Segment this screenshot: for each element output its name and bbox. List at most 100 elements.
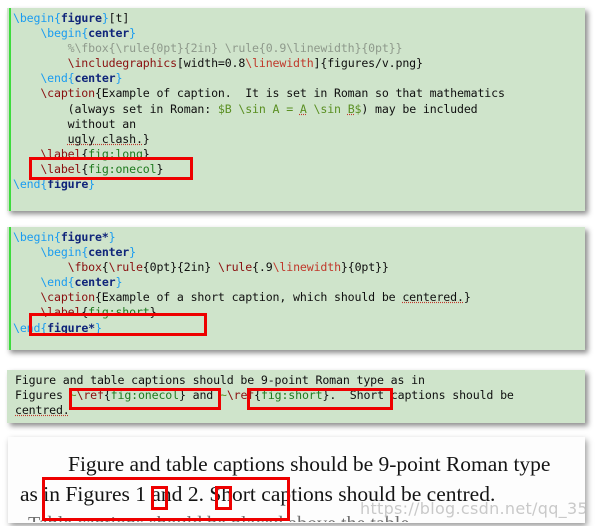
code-body-figure-star-short[interactable]: \begin{figure*} \begin{center} \fbox{\ru… <box>7 227 585 336</box>
code-token: Figure and table captions should be 9-po… <box>15 373 425 387</box>
code-token: {.9 <box>252 260 273 275</box>
code-token: \begin <box>13 11 54 25</box>
code-token: \linewidth <box>245 56 314 71</box>
rendered-clipped-bottom-line: Table captions should be placed above th… <box>28 513 414 522</box>
code-token: fig:onecol <box>110 388 179 403</box>
code-token: \end <box>13 177 41 192</box>
code-line: ugly clash.} <box>13 132 585 147</box>
code-line: (always set in Roman: $B \sin A = A \sin… <box>13 102 585 117</box>
code-token: } <box>463 290 471 305</box>
code-line: \end{center} <box>13 275 585 290</box>
code-token: figure* <box>60 230 109 244</box>
code-block-figure-star-short: \begin{figure*} \begin{center} \fbox{\ru… <box>7 227 585 350</box>
code-token: {Example of a short caption, which shoul… <box>94 290 403 305</box>
code-token: and <box>185 388 220 403</box>
code-token: ~ <box>219 388 227 403</box>
code-token: } <box>142 146 150 161</box>
code-token: \begin <box>13 230 54 244</box>
code-token: fig:short <box>260 388 323 403</box>
code-token: without an <box>13 116 136 131</box>
code-token: [t] <box>108 11 130 25</box>
code-token: \rule <box>217 260 253 275</box>
code-token: \sin <box>306 101 348 116</box>
code-line: \end{center} <box>13 71 585 86</box>
code-token: \label <box>40 146 82 161</box>
code-token: (always set in Roman: <box>13 101 218 116</box>
code-line: \label{fig:long} <box>13 147 585 162</box>
code-token: { <box>103 388 111 403</box>
code-token: ugly clash. <box>67 131 143 146</box>
code-token: } <box>115 275 123 290</box>
code-body-figure-long[interactable]: \begin{figure}[t] \begin{center} %\fbox{… <box>7 8 585 192</box>
code-token: {0pt}{2in} <box>142 260 218 275</box>
rendered-pdf-output: \label{fig:short} Figure and table capti… <box>8 437 585 523</box>
code-token: \rule <box>108 260 143 275</box>
code-token: \caption <box>40 290 95 305</box>
code-token: } <box>94 320 102 335</box>
code-token: \label <box>40 305 82 320</box>
code-token: B <box>347 101 355 116</box>
code-token: \includegraphics <box>67 56 177 71</box>
code-token: figure <box>47 177 89 192</box>
code-line: \label{fig:onecol} <box>13 162 585 177</box>
code-token: \begin <box>40 245 82 260</box>
code-line: Figure and table captions should be 9-po… <box>15 373 585 388</box>
code-token: { <box>67 71 75 86</box>
code-token: } <box>156 161 164 176</box>
code-token: } <box>108 230 116 244</box>
code-line: Figures ~\ref{fig:onecol} and ~\ref{fig:… <box>15 388 585 403</box>
code-token: figure* <box>47 320 95 335</box>
code-line: \end{figure*} <box>13 321 585 336</box>
code-token: centred. <box>15 403 70 418</box>
code-token: \fbox <box>67 260 102 275</box>
code-line: \label{fig:short} <box>13 305 585 320</box>
code-token: {Example of caption. It is set in Roman … <box>94 86 505 101</box>
code-line: \begin{center} <box>13 245 585 260</box>
code-token: Figures <box>15 388 70 403</box>
code-token: } <box>101 11 109 25</box>
rendered-figure-ref-2: 2 <box>187 482 199 506</box>
code-token: fig:long <box>88 146 143 161</box>
code-line: centred. <box>15 403 585 418</box>
code-token: \ref <box>226 388 255 403</box>
code-token: }{0pt}} <box>340 260 389 275</box>
code-token: \label <box>40 161 82 176</box>
screenshot-root: \begin{figure}[t] \begin{center} %\fbox{… <box>0 0 600 526</box>
code-token: center <box>74 275 116 290</box>
rendered-figure-ref-1: 1 <box>135 482 147 506</box>
code-token: center <box>88 245 130 260</box>
rendered-line-2-pre: as in Figures <box>20 482 136 506</box>
code-line: \caption{Example of caption. It is set i… <box>13 86 585 101</box>
code-token: { <box>67 275 75 290</box>
code-token: fig:short <box>88 305 150 320</box>
code-block-figure-long: \begin{figure}[t] \begin{center} %\fbox{… <box>7 8 585 211</box>
code-body-caption-reference[interactable]: Figure and table captions should be 9-po… <box>7 370 585 418</box>
code-line: \fbox{\rule{0pt}{2in} \rule{.9\linewidth… <box>13 260 585 275</box>
code-token: ) may be included <box>361 101 478 116</box>
code-token: } <box>178 388 186 403</box>
code-token: ]{figures/v.png} <box>313 56 423 71</box>
code-line: \begin{figure}[t] <box>13 11 585 26</box>
code-token: \end <box>40 71 68 86</box>
code-token: \caption <box>40 86 95 101</box>
code-line: \begin{figure*} <box>13 230 585 245</box>
code-token: \linewidth <box>272 260 341 275</box>
csdn-watermark: https://blog.csdn.net/qq_35091353 <box>360 499 585 518</box>
code-token: . Short captions should be <box>329 388 514 403</box>
code-token: } <box>142 131 150 146</box>
code-token: \begin <box>40 26 82 41</box>
code-token: A <box>299 101 307 116</box>
code-token: { <box>53 230 61 244</box>
code-block-caption-reference: Figure and table captions should be 9-po… <box>7 370 585 423</box>
code-line: \includegraphics[width=0.8\linewidth]{fi… <box>13 56 585 71</box>
code-token: \ref <box>76 388 104 403</box>
